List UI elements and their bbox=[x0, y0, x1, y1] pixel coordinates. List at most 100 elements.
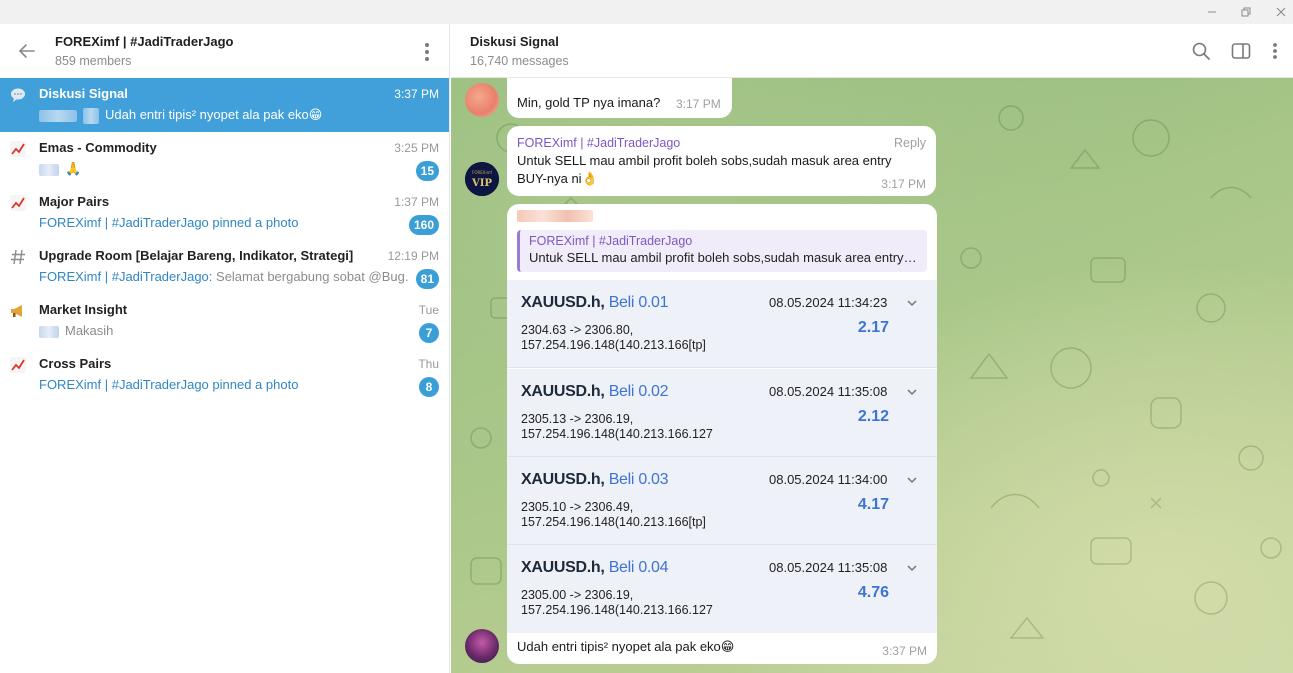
trade-prices: 2304.63 -> 2306.80, bbox=[521, 323, 634, 337]
more-menu-icon[interactable] bbox=[417, 40, 437, 64]
trade-datetime: 08.05.2024 11:35:08 bbox=[769, 384, 888, 399]
back-arrow-icon[interactable] bbox=[14, 38, 40, 64]
topic-item-market-insight[interactable]: Market Insight Tue Makasih 7 bbox=[0, 294, 449, 348]
chevron-down-icon[interactable] bbox=[905, 296, 919, 310]
trade-prices: 2305.13 -> 2306.19, bbox=[521, 412, 634, 426]
message-bubble[interactable]: Min, gold TP nya imana? 3:17 PM bbox=[507, 78, 732, 118]
trade-side: Beli 0.04 bbox=[608, 559, 669, 576]
trade-prices: 2305.00 -> 2306.19, bbox=[521, 588, 634, 602]
topic-item-cross-pairs[interactable]: Cross Pairs Thu FOREXimf | #JadiTraderJa… bbox=[0, 348, 449, 402]
trade-card[interactable]: XAUUSD.h, Beli 0.03 08.05.2024 11:34:00 … bbox=[507, 457, 937, 545]
sender-avatar[interactable] bbox=[465, 83, 499, 117]
quote-sender: FOREXimf | #JadiTraderJago bbox=[529, 234, 693, 248]
topic-time: 3:37 PM bbox=[394, 87, 439, 101]
topic-list-pane: FOREXimf | #JadiTraderJago 859 members D… bbox=[0, 24, 450, 673]
group-title[interactable]: FOREXimf | #JadiTraderJago bbox=[55, 34, 233, 49]
chart-up-icon bbox=[9, 356, 27, 374]
sidebar-toggle-icon[interactable] bbox=[1229, 39, 1253, 63]
message-time: 3:17 PM bbox=[881, 177, 926, 191]
reply-button[interactable]: Reply bbox=[894, 136, 926, 150]
topic-item-upgrade-room[interactable]: Upgrade Room [Belajar Bareng, Indikator,… bbox=[0, 240, 449, 294]
topic-time: 3:25 PM bbox=[394, 141, 439, 155]
trade-ip: 157.254.196.148(140.213.166[tp] bbox=[521, 338, 706, 352]
hash-icon bbox=[9, 248, 27, 266]
topic-preview: FOREXimf | #JadiTraderJago: Selamat berg… bbox=[39, 269, 409, 284]
topic-item-major-pairs[interactable]: Major Pairs 1:37 PM FOREXimf | #JadiTrad… bbox=[0, 186, 449, 240]
quote-text: Untuk SELL mau ambil profit boleh sobs,s… bbox=[529, 250, 919, 265]
channel-avatar[interactable]: FOREXimf VIP bbox=[465, 162, 499, 196]
unread-badge: 160 bbox=[408, 215, 439, 235]
topic-preview: Makasih bbox=[39, 323, 113, 338]
trade-profit: 4.17 bbox=[857, 496, 889, 513]
trade-ip: 157.254.196.148(140.213.166.127 bbox=[521, 427, 713, 441]
message-text-line-2: BUY-nya ni👌 bbox=[517, 171, 598, 186]
unread-badge: 15 bbox=[415, 161, 439, 181]
chevron-down-icon[interactable] bbox=[905, 385, 919, 399]
unread-badge: 7 bbox=[419, 323, 439, 343]
blurred-avatar bbox=[39, 325, 59, 338]
trade-ip: 157.254.196.148(140.213.166.127 bbox=[521, 603, 713, 617]
topic-time: 1:37 PM bbox=[394, 195, 439, 209]
trade-report-message[interactable]: FOREXimf | #JadiTraderJago Untuk SELL ma… bbox=[507, 204, 937, 664]
search-icon[interactable] bbox=[1189, 39, 1213, 63]
unread-badge: 8 bbox=[419, 377, 439, 397]
topic-item-diskusi-signal[interactable]: Diskusi Signal 3:37 PM Udah entri tipis²… bbox=[0, 78, 449, 132]
topic-preview-sender: FOREXimf | #JadiTraderJago pinned a phot… bbox=[39, 377, 299, 392]
chat-background: Min, gold TP nya imana? 3:17 PM FOREXimf… bbox=[451, 78, 1293, 673]
window-title-bar bbox=[0, 0, 1293, 24]
trade-symbol: XAUUSD.h, bbox=[521, 471, 605, 488]
topic-name: Major Pairs bbox=[39, 194, 110, 209]
chat-pane: Diskusi Signal 16,740 messages Min, gold… bbox=[451, 24, 1293, 673]
sticker-thumbnail bbox=[83, 107, 99, 124]
topic-time: Thu bbox=[418, 357, 439, 371]
svg-text:VIP: VIP bbox=[471, 178, 492, 189]
topic-time: 12:19 PM bbox=[387, 249, 439, 263]
trade-datetime: 08.05.2024 11:35:08 bbox=[769, 560, 888, 575]
close-icon[interactable] bbox=[1261, 0, 1293, 24]
group-header: FOREXimf | #JadiTraderJago 859 members bbox=[0, 24, 449, 78]
trade-ip: 157.254.196.148(140.213.166[tp] bbox=[521, 515, 706, 529]
message-bubble[interactable]: FOREXimf | #JadiTraderJago Reply Untuk S… bbox=[507, 126, 936, 196]
topic-name: Market Insight bbox=[39, 302, 128, 317]
topic-preview: FOREXimf | #JadiTraderJago pinned a phot… bbox=[39, 377, 298, 392]
trade-side: Beli 0.02 bbox=[608, 383, 669, 400]
topic-name: Diskusi Signal bbox=[39, 86, 128, 101]
trade-symbol: XAUUSD.h, bbox=[521, 294, 605, 311]
trade-title: XAUUSD.h, Beli 0.04 bbox=[521, 559, 669, 577]
topic-name: Emas - Commodity bbox=[39, 140, 157, 155]
chat-title[interactable]: Diskusi Signal bbox=[470, 34, 559, 49]
chat-bubble-icon bbox=[9, 86, 27, 104]
topic-preview: Udah entri tipis² nyopet ala pak eko😁 bbox=[39, 107, 322, 124]
svg-text:FOREXimf: FOREXimf bbox=[472, 170, 493, 175]
sender-name[interactable]: FOREXimf | #JadiTraderJago bbox=[517, 136, 680, 150]
more-menu-icon[interactable] bbox=[1263, 39, 1287, 63]
trade-card[interactable]: XAUUSD.h, Beli 0.04 08.05.2024 11:35:08 … bbox=[507, 545, 937, 633]
trade-profit: 2.12 bbox=[857, 408, 889, 425]
trade-card[interactable]: XAUUSD.h, Beli 0.02 08.05.2024 11:35:08 … bbox=[507, 369, 937, 457]
trade-side: Beli 0.01 bbox=[608, 294, 669, 311]
trade-datetime: 08.05.2024 11:34:00 bbox=[769, 472, 888, 487]
topic-preview: FOREXimf | #JadiTraderJago pinned a phot… bbox=[39, 215, 298, 230]
member-count: 859 members bbox=[55, 54, 132, 68]
topic-preview: 🙏 bbox=[39, 161, 81, 177]
trade-symbol: XAUUSD.h, bbox=[521, 559, 605, 576]
restore-icon[interactable] bbox=[1226, 0, 1266, 24]
topic-item-emas-commodity[interactable]: Emas - Commodity 3:25 PM 🙏 15 bbox=[0, 132, 449, 186]
topic-preview-text: Makasih bbox=[65, 323, 114, 338]
trade-title: XAUUSD.h, Beli 0.03 bbox=[521, 471, 669, 489]
trade-card[interactable]: XAUUSD.h, Beli 0.01 08.05.2024 11:34:23 … bbox=[507, 280, 937, 368]
topic-name: Cross Pairs bbox=[39, 356, 112, 371]
chart-up-icon bbox=[9, 140, 27, 158]
chevron-down-icon[interactable] bbox=[905, 473, 919, 487]
reply-quote[interactable]: FOREXimf | #JadiTraderJago Untuk SELL ma… bbox=[517, 230, 927, 272]
trade-side: Beli 0.03 bbox=[608, 471, 669, 488]
message-caption: Udah entri tipis² nyopet ala pak eko😁 bbox=[517, 639, 735, 654]
blurred-avatar bbox=[39, 109, 77, 122]
message-text: Min, gold TP nya imana? bbox=[517, 95, 661, 110]
trade-prices: 2305.10 -> 2306.49, bbox=[521, 500, 634, 514]
topic-preview-sender: FOREXimf | #JadiTraderJago: bbox=[39, 269, 213, 284]
sender-avatar[interactable] bbox=[465, 629, 499, 663]
message-time: 3:37 PM bbox=[882, 644, 927, 658]
chevron-down-icon[interactable] bbox=[905, 561, 919, 575]
trade-title: XAUUSD.h, Beli 0.01 bbox=[521, 294, 669, 312]
